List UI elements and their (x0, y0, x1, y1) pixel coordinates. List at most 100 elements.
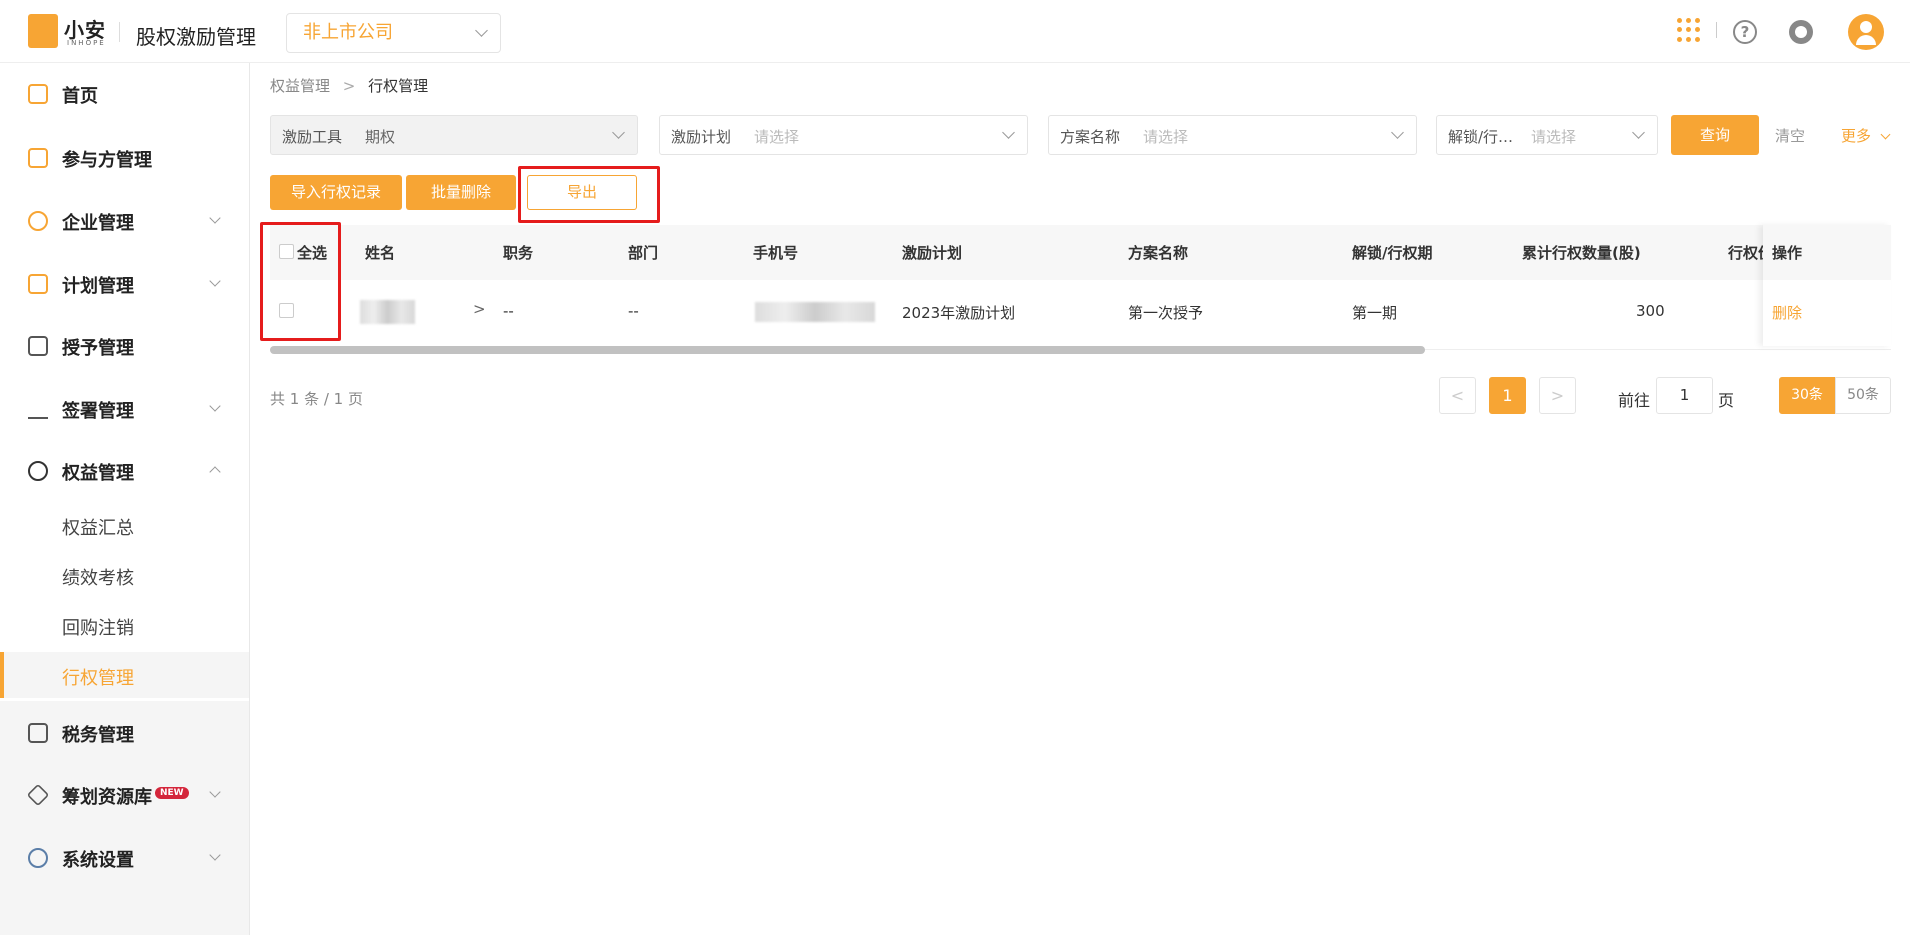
next-page-button[interactable]: > (1539, 377, 1576, 414)
exercise-records-table: 全选 姓名 职务 部门 手机号 激励计划 方案名称 解锁/行权期 累计行权数量(… (270, 225, 1891, 350)
sidebar-item-home[interactable]: 首页 (0, 69, 249, 119)
more-filters-button[interactable]: 更多 (1841, 125, 1891, 146)
column-header: 解锁/行权期 (1352, 244, 1433, 262)
page-size-30-button[interactable]: 30条 (1779, 377, 1835, 414)
import-exercise-records-button[interactable]: 导入行权记录 (270, 175, 402, 210)
sidebar-subitem-performance[interactable]: 绩效考核 (0, 552, 249, 598)
filter-label: 激励工具 (282, 128, 343, 146)
filter-placeholder: 请选择 (1143, 128, 1189, 146)
period-select[interactable]: 解锁/行… 请选择 (1436, 115, 1658, 155)
table-row: > -- -- 2023年激励计划 第一次授予 第一期 300 (270, 280, 1891, 350)
sidebar-item-label: 税务管理 (62, 725, 134, 746)
chevron-down-icon (209, 849, 221, 861)
logo-icon (28, 14, 58, 48)
sidebar-item-equity[interactable]: 权益管理 (0, 446, 249, 496)
batch-delete-button[interactable]: 批量删除 (406, 175, 516, 210)
sidebar-subitem-label: 绩效考核 (62, 568, 134, 589)
sidebar-item-label: 授予管理 (62, 338, 134, 359)
home-icon (28, 84, 48, 104)
incentive-tool-select[interactable]: 激励工具 期权 (270, 115, 638, 155)
settings-icon (28, 848, 48, 868)
export-highlight-box (518, 166, 660, 223)
company-type-value: 非上市公司 (303, 22, 393, 43)
column-header: 部门 (628, 244, 659, 262)
delete-row-button[interactable]: 删除 (1772, 302, 1802, 323)
column-header: 方案名称 (1128, 244, 1189, 262)
chevron-right-icon: > (342, 77, 356, 95)
chevron-down-icon (209, 400, 221, 412)
cell-plan: 2023年激励计划 (902, 304, 1016, 322)
chevron-right-icon[interactable]: > (473, 300, 486, 318)
sidebar-item-plan[interactable]: 计划管理 (0, 259, 249, 309)
sidebar-item-settings[interactable]: 系统设置 (0, 833, 249, 883)
column-header: 累计行权数量(股) (1522, 244, 1641, 262)
cell-title: -- (503, 302, 514, 320)
query-button[interactable]: 查询 (1671, 115, 1759, 155)
user-avatar-icon[interactable] (1848, 14, 1884, 50)
redacted-phone (755, 302, 875, 322)
header-separator (1716, 22, 1717, 38)
chevron-down-icon (1632, 126, 1645, 139)
column-header: 手机号 (753, 244, 799, 262)
sidebar-subitem-label: 行权管理 (62, 668, 134, 689)
chevron-down-icon (1391, 126, 1404, 139)
incentive-plan-select[interactable]: 激励计划 请选择 (659, 115, 1028, 155)
sidebar-item-label: 企业管理 (62, 213, 134, 234)
chevron-down-icon (209, 212, 221, 224)
horizontal-scrollbar[interactable] (270, 346, 1425, 354)
page-size-50-button[interactable]: 50条 (1835, 377, 1891, 414)
page-unit-label: 页 (1718, 391, 1735, 410)
breadcrumb-current: 行权管理 (368, 77, 429, 95)
breadcrumb: 权益管理 > 行权管理 (270, 75, 428, 96)
goto-page-input[interactable]: 1 (1656, 377, 1713, 414)
customer-service-icon[interactable] (1789, 20, 1813, 44)
chevron-down-icon (209, 786, 221, 798)
sidebar-item-label: 系统设置 (62, 850, 134, 871)
filter-label: 激励计划 (671, 128, 732, 146)
prev-page-button[interactable]: < (1439, 377, 1476, 414)
header-divider (119, 22, 120, 42)
cell-quantity: 300 (1636, 302, 1665, 320)
filter-placeholder: 请选择 (754, 128, 800, 146)
cell-department: -- (628, 302, 639, 320)
sidebar-subitem-label: 权益汇总 (62, 518, 134, 539)
apps-grid-icon[interactable] (1677, 18, 1701, 42)
sidebar-subitem-equity-summary[interactable]: 权益汇总 (0, 502, 249, 548)
breadcrumb-parent[interactable]: 权益管理 (270, 77, 330, 95)
more-label: 更多 (1841, 127, 1872, 145)
filter-placeholder: 请选择 (1531, 128, 1577, 146)
page-button[interactable]: 1 (1489, 377, 1526, 414)
sidebar-item-grant[interactable]: 授予管理 (0, 321, 249, 371)
clear-button[interactable]: 清空 (1775, 125, 1805, 146)
help-icon[interactable]: ? (1733, 20, 1757, 44)
filter-label: 方案名称 (1060, 128, 1121, 146)
sidebar-item-enterprise[interactable]: 企业管理 (0, 196, 249, 246)
layers-icon (26, 783, 50, 807)
sidebar-item-participants[interactable]: 参与方管理 (0, 133, 249, 183)
chevron-down-icon (1002, 126, 1015, 139)
chevron-down-icon (612, 126, 625, 139)
sidebar-subitem-buyback[interactable]: 回购注销 (0, 602, 249, 648)
cell-period: 第一期 (1352, 304, 1398, 322)
sidebar-subitem-exercise[interactable]: 行权管理 (0, 652, 249, 698)
new-badge: NEW (155, 787, 189, 799)
company-type-select[interactable]: 非上市公司 (286, 13, 501, 53)
sidebar-item-label: 参与方管理 (62, 150, 152, 171)
sidebar-item-sign[interactable]: 签署管理 (0, 384, 249, 434)
users-icon (28, 148, 48, 168)
tax-icon (28, 723, 48, 743)
sidebar-item-label: 权益管理 (62, 463, 134, 484)
plan-icon (28, 274, 48, 294)
table-header: 全选 姓名 职务 部门 手机号 激励计划 方案名称 解锁/行权期 累计行权数量(… (270, 225, 1891, 280)
column-header: 操作 (1772, 244, 1803, 262)
checkbox-highlight-box (260, 222, 341, 341)
filter-label: 解锁/行… (1448, 128, 1514, 146)
sidebar-item-tax[interactable]: 税务管理 (0, 708, 249, 758)
sidebar-subitem-label: 回购注销 (62, 618, 134, 639)
column-header: 激励计划 (902, 244, 963, 262)
filter-value: 期权 (365, 128, 396, 146)
enterprise-icon (28, 211, 48, 231)
scheme-name-select[interactable]: 方案名称 请选择 (1048, 115, 1417, 155)
sidebar-item-resources[interactable]: 筹划资源库 NEW (0, 770, 249, 820)
sign-icon (28, 399, 48, 419)
